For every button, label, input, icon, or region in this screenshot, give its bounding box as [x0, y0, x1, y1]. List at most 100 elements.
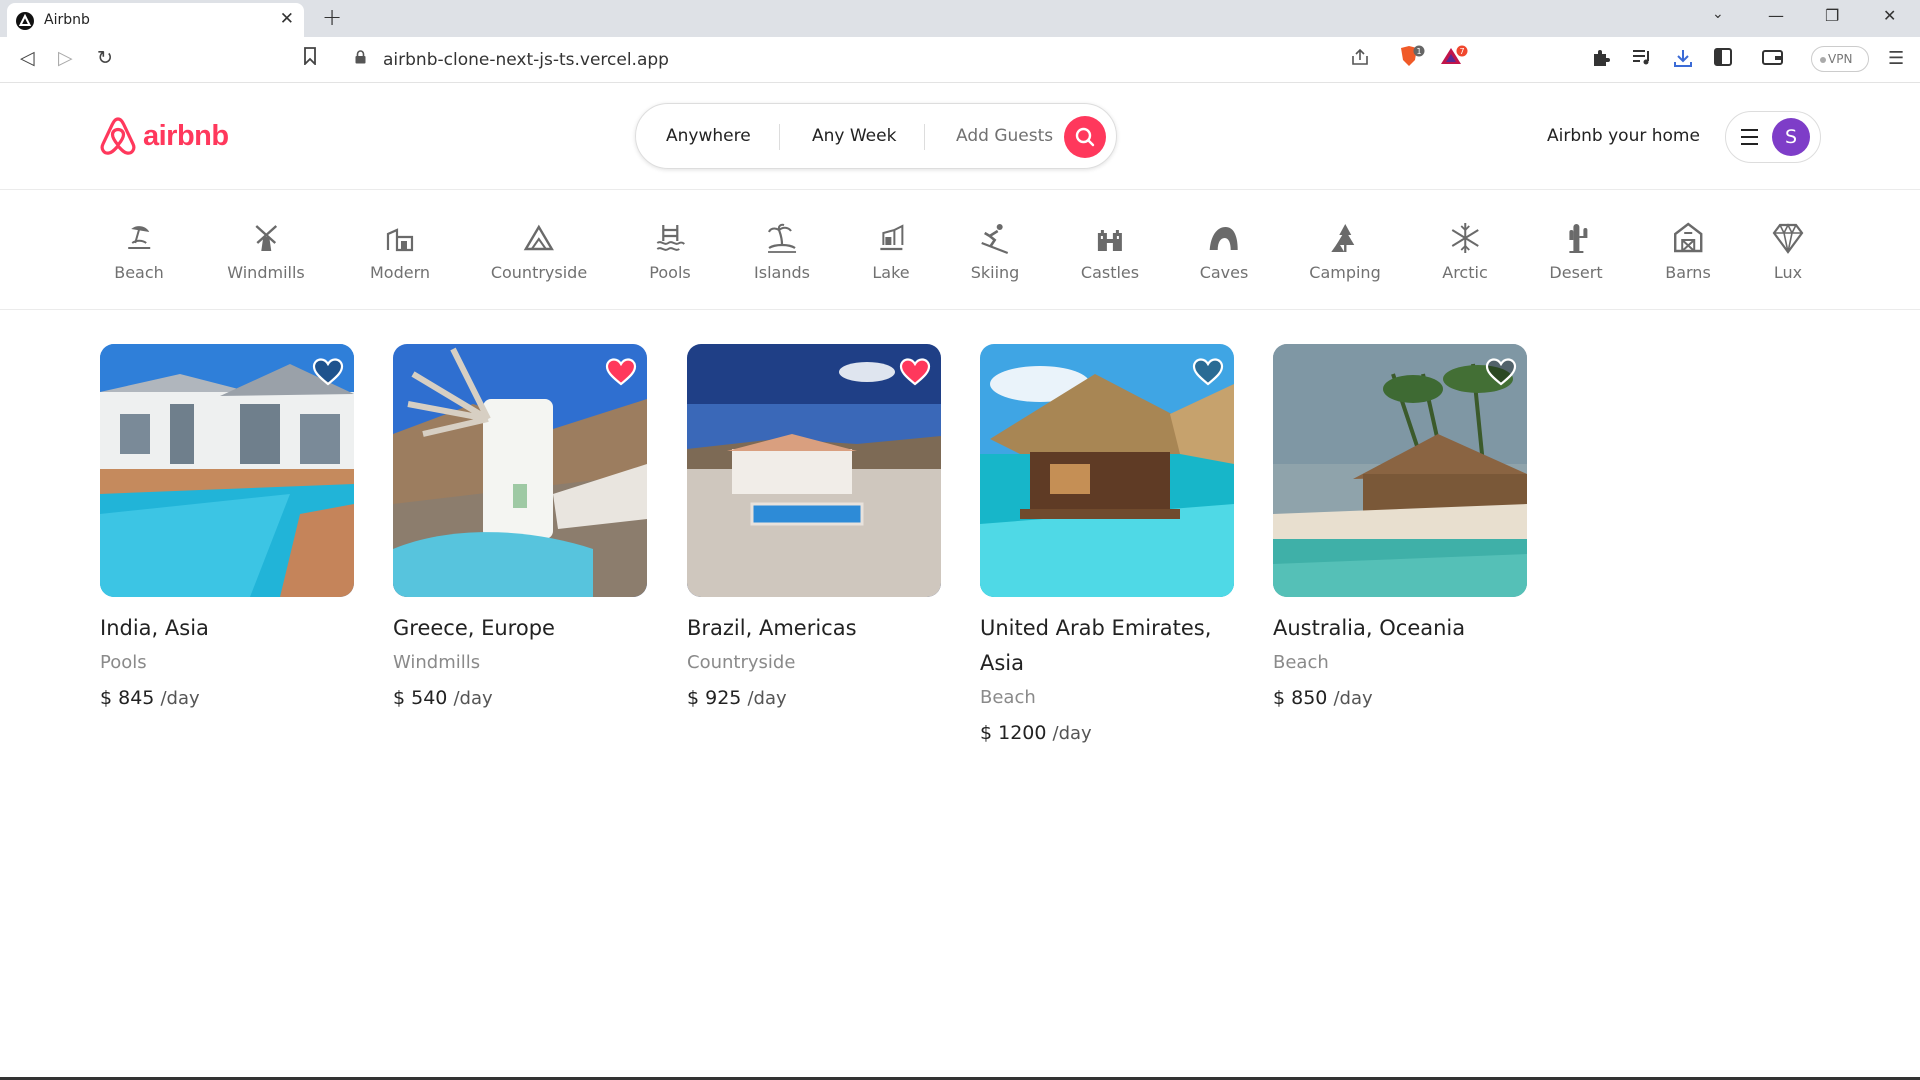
wallet-icon[interactable]: [1762, 48, 1784, 71]
price-amount: $ 845: [100, 687, 155, 709]
reload-button[interactable]: ↻: [97, 47, 113, 69]
barn-icon: [1673, 222, 1703, 253]
price-unit: /day: [1333, 688, 1373, 709]
listing-title: Greece, Europe: [393, 616, 555, 640]
share-icon[interactable]: [1350, 48, 1370, 71]
category-camping[interactable]: Camping: [1309, 221, 1381, 282]
minimize-button[interactable]: —: [1768, 6, 1784, 25]
category-label: Modern: [369, 263, 431, 282]
category-lake[interactable]: Lake: [872, 221, 910, 282]
browser-menu-icon[interactable]: ☰: [1888, 48, 1904, 69]
back-button[interactable]: ◁: [20, 47, 35, 69]
sidebar-icon[interactable]: [1714, 48, 1732, 71]
price-amount: $ 850: [1273, 687, 1328, 709]
category-windmills[interactable]: Windmills: [227, 221, 305, 282]
listing-price: $ 1200 /day: [980, 722, 1234, 744]
category-modern[interactable]: Modern: [370, 221, 430, 282]
listing-card[interactable]: Greece, Europe Windmills $ 540 /day: [393, 344, 647, 709]
airbnb-logo[interactable]: airbnb: [99, 116, 229, 156]
browser-toolbar: ◁ ▷ ↻ airbnb-clone-next-js-ts.vercel.app…: [0, 37, 1920, 83]
category-islands[interactable]: Islands: [754, 221, 810, 282]
close-window-button[interactable]: ✕: [1883, 6, 1896, 25]
listing-photo[interactable]: [393, 344, 647, 597]
search-button[interactable]: [1064, 116, 1106, 158]
search-divider: [779, 124, 780, 150]
category-beach[interactable]: Beach: [114, 221, 164, 282]
search-divider: [924, 124, 925, 150]
category-desert[interactable]: Desert: [1549, 221, 1603, 282]
category-pools[interactable]: Pools: [649, 221, 691, 282]
castle-icon: [1098, 230, 1122, 251]
category-skiing[interactable]: Skiing: [970, 221, 1020, 282]
category-label: Castles: [1080, 263, 1140, 282]
search-where[interactable]: Anywhere: [666, 126, 751, 146]
price-unit: /day: [160, 688, 200, 709]
listing-photo[interactable]: [100, 344, 354, 597]
category-label: Arctic: [1442, 263, 1488, 282]
extensions-icon[interactable]: [1591, 48, 1611, 73]
brave-rewards-icon[interactable]: 7: [1439, 45, 1469, 74]
listing-category: Countryside: [687, 652, 796, 673]
playlist-icon[interactable]: [1632, 48, 1652, 71]
category-label: Islands: [754, 263, 810, 282]
category-label: Skiing: [970, 263, 1020, 282]
favorite-heart-icon[interactable]: [605, 357, 637, 387]
brave-shield-icon[interactable]: 1: [1398, 45, 1426, 74]
browser-tab[interactable]: Airbnb ✕: [7, 3, 304, 37]
category-lux[interactable]: Lux: [1771, 221, 1805, 282]
favorite-heart-icon[interactable]: [1192, 357, 1224, 387]
listing-price: $ 925 /day: [687, 687, 941, 709]
listing-title: United Arab Emirates, Asia: [980, 616, 1212, 675]
search-guests[interactable]: Add Guests: [956, 126, 1053, 146]
favorite-heart-icon[interactable]: [899, 357, 931, 387]
user-menu-button[interactable]: S: [1725, 111, 1821, 163]
restore-button[interactable]: ❐: [1825, 6, 1839, 25]
category-label: Windmills: [227, 263, 305, 282]
search-bar[interactable]: Anywhere Any Week Add Guests: [635, 103, 1117, 169]
favorite-heart-icon[interactable]: [1485, 357, 1517, 387]
listing-title: Brazil, Americas: [687, 616, 857, 640]
category-castles[interactable]: Castles: [1081, 221, 1139, 282]
vpn-button[interactable]: VPN: [1811, 46, 1869, 72]
pool-icon: [656, 225, 685, 251]
site-header: airbnb Anywhere Any Week Add Guests Airb…: [0, 84, 1920, 190]
diamond-icon: [1772, 223, 1804, 254]
listing-photo[interactable]: [980, 344, 1234, 597]
favicon-icon: [16, 12, 34, 30]
address-bar[interactable]: airbnb-clone-next-js-ts.vercel.app: [335, 42, 1475, 76]
listing-photo[interactable]: [687, 344, 941, 597]
category-caves[interactable]: Caves: [1200, 221, 1248, 282]
category-barns[interactable]: Barns: [1665, 221, 1711, 282]
listing-category: Windmills: [393, 652, 481, 673]
bookmark-icon[interactable]: [303, 47, 317, 70]
listing-category: Beach: [1273, 652, 1329, 673]
category-label: Barns: [1665, 263, 1711, 282]
category-label: Beach: [114, 263, 164, 282]
lake-icon: [879, 224, 903, 251]
cave-icon: [1210, 227, 1238, 250]
listing-photo[interactable]: [1273, 344, 1527, 597]
forward-button[interactable]: ▷: [58, 47, 73, 69]
listing-card[interactable]: Brazil, Americas Countryside $ 925 /day: [687, 344, 941, 709]
windmill-icon: [255, 225, 277, 251]
host-link[interactable]: Airbnb your home: [1547, 126, 1700, 146]
listing-category: Beach: [980, 687, 1036, 708]
camping-icon: [1331, 224, 1354, 252]
listing-title: India, Asia: [100, 616, 209, 640]
category-countryside[interactable]: Countryside: [491, 221, 587, 282]
listing-card[interactable]: United Arab Emirates, Asia Beach $ 1200 …: [980, 344, 1234, 744]
category-arctic[interactable]: Arctic: [1442, 221, 1488, 282]
download-icon[interactable]: [1673, 48, 1693, 73]
listing-card[interactable]: India, Asia Pools $ 845 /day: [100, 344, 354, 709]
lock-icon: [355, 50, 366, 64]
listing-price: $ 540 /day: [393, 687, 647, 709]
new-tab-button[interactable]: +: [322, 3, 342, 31]
favorite-heart-icon[interactable]: [312, 357, 344, 387]
category-label: Pools: [649, 263, 691, 282]
listing-card[interactable]: Australia, Oceania Beach $ 850 /day: [1273, 344, 1527, 709]
tab-search-icon[interactable]: ⌄: [1712, 6, 1724, 22]
tab-close-icon[interactable]: ✕: [280, 9, 294, 29]
logo-text: airbnb: [143, 119, 229, 152]
cactus-icon: [1568, 224, 1587, 253]
search-when[interactable]: Any Week: [812, 126, 896, 146]
